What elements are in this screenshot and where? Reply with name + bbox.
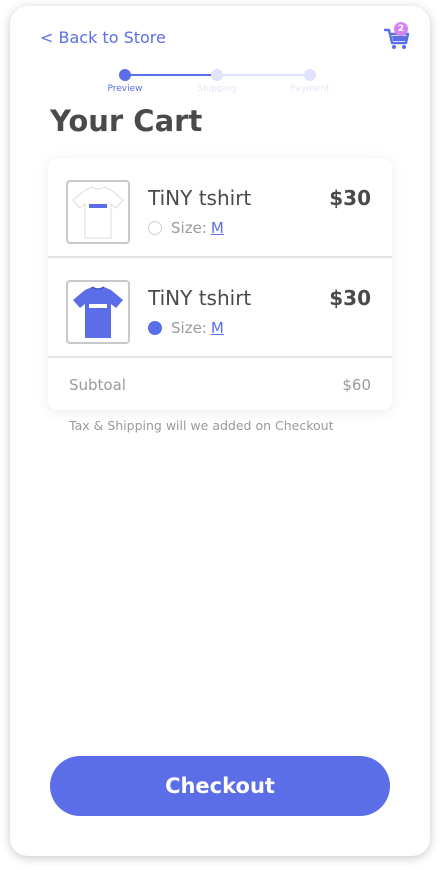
checkout-progress-stepper: Preview Shipping Payment [10,68,430,98]
select-item-radio[interactable] [148,321,162,335]
step-dot-preview[interactable] [119,69,131,81]
checkout-button[interactable]: Checkout [50,756,390,816]
stepper-line-2 [217,74,310,76]
step-label-shipping: Shipping [197,84,237,94]
select-item-radio[interactable] [148,221,162,235]
product-thumbnail [66,280,130,344]
cart-item[interactable]: TiNY tshirt $30 Size: M [48,258,392,358]
subtotal-row: Subtoal $60 [48,358,392,410]
product-thumbnail [66,180,130,244]
product-price: $30 [329,186,371,210]
tshirt-white-icon [72,186,124,239]
back-to-store-link[interactable]: < Back to Store [40,28,166,47]
product-name: TiNY tshirt [148,286,252,310]
cart-item[interactable]: TiNY tshirt $30 Size: M [48,158,392,258]
step-dot-shipping[interactable] [211,69,223,81]
tax-shipping-note: Tax & Shipping will we added on Checkout [69,418,334,433]
subtotal-label: Subtoal [69,376,126,394]
size-row: Size: M [148,219,224,237]
size-value-link[interactable]: M [211,219,224,237]
subtotal-value: $60 [342,376,371,394]
page-title: Your Cart [50,104,203,138]
size-label: Size: [171,319,207,337]
step-label-preview: Preview [107,84,143,94]
product-price: $30 [329,286,371,310]
stepper-line-1 [125,74,217,76]
cart-card: TiNY tshirt $30 Size: M TiNY tshirt $30 … [48,158,392,410]
tshirt-blue-icon [73,286,123,338]
app-screen: < Back to Store 2 Preview Shipping Payme… [10,6,430,856]
size-value-link[interactable]: M [211,319,224,337]
step-label-payment: Payment [290,84,330,94]
size-row: Size: M [148,319,224,337]
step-dot-payment[interactable] [304,69,316,81]
product-name: TiNY tshirt [148,186,252,210]
cart-count-badge: 2 [394,22,408,36]
size-label: Size: [171,219,207,237]
